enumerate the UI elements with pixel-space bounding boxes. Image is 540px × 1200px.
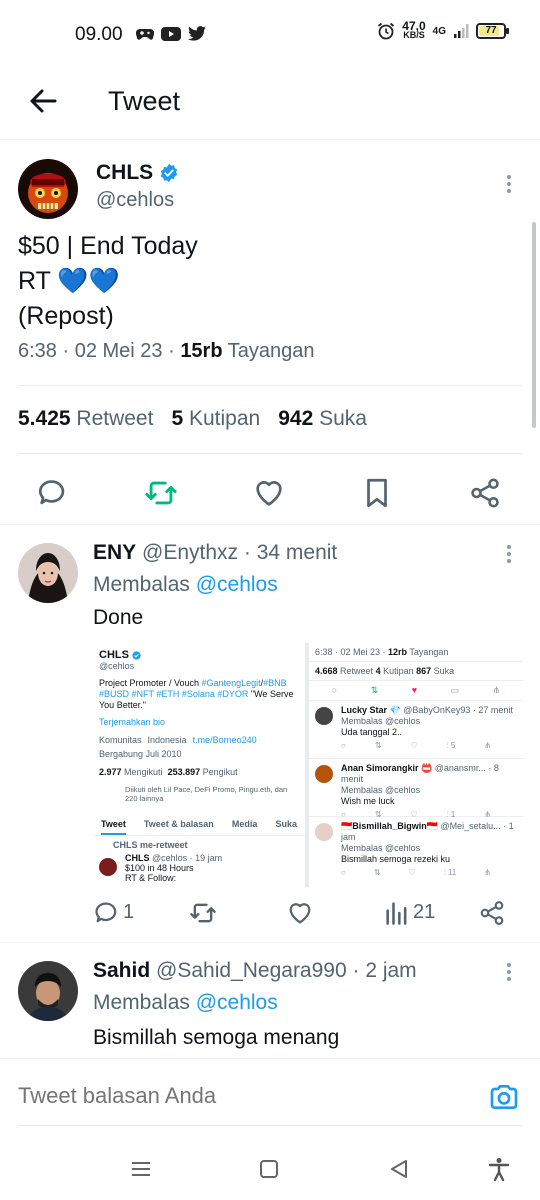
more-options-icon[interactable] <box>506 543 512 565</box>
user-photo-icon <box>18 961 78 1021</box>
tweet-actions <box>0 461 540 525</box>
recent-apps-icon[interactable] <box>128 1156 154 1182</box>
top-bar: Tweet <box>0 70 540 140</box>
camera-icon[interactable] <box>488 1081 520 1113</box>
inner-actions: ○ ⇅ ♥ ▭ ⋔ <box>309 681 523 701</box>
reply-icon[interactable] <box>93 899 121 927</box>
tweet-text: $50 | End Today RT 💙💙 (Repost) <box>18 232 198 330</box>
network-type: 4G <box>432 25 446 37</box>
youtube-icon <box>161 26 181 41</box>
inner-reply: Anan Simorangkir 📛 @anansmr... · 8 menit… <box>309 759 523 819</box>
inner-meta: 6:38 · 02 Mei 23 · 12rb Tayangan <box>309 643 523 662</box>
author-handle[interactable]: @Sahid_Negara990 <box>156 959 347 982</box>
reply-icon[interactable] <box>36 476 70 510</box>
divider <box>0 942 540 943</box>
reply-header: ENY @Enythxz · 34 menit <box>93 541 338 564</box>
back-arrow-icon[interactable] <box>26 84 60 118</box>
retweet-icon[interactable] <box>144 476 178 510</box>
author-handle[interactable]: @Enythxz <box>142 541 238 564</box>
reply-actions: 1 21 <box>93 899 513 929</box>
clock: 09.00 <box>75 24 123 45</box>
retweet-stat[interactable]: 5.425 Retweet <box>18 407 153 431</box>
inner-stats: 4.668 Retweet 4 Kutipan 867 Suka <box>309 662 523 681</box>
quote-stat[interactable]: 5 Kutipan <box>171 407 260 431</box>
skull-avatar-icon <box>18 159 78 219</box>
battery-icon: 77 <box>476 23 509 39</box>
reply-header: Sahid @Sahid_Negara990 · 2 jam <box>93 959 417 982</box>
page-title: Tweet <box>108 86 181 116</box>
avatar <box>99 858 117 876</box>
profile-tabs: Tweet Tweet & balasan Media Suka <box>93 815 305 836</box>
profile-joined: Bergabung Juli 2010 <box>99 749 182 759</box>
divider <box>18 453 522 454</box>
more-options-icon[interactable] <box>506 961 512 983</box>
inner-reply: 🇮🇩Bismillah_Bigwin🇮🇩 @Mei_setalu... · 1 … <box>309 817 523 877</box>
views-icon[interactable] <box>383 899 411 927</box>
author-name[interactable]: ENY <box>93 541 136 564</box>
attached-image[interactable]: CHLS @cehlos Project Promoter / Vouch #G… <box>93 643 523 887</box>
more-options-icon[interactable] <box>506 173 512 195</box>
scrollbar[interactable] <box>532 222 536 428</box>
profile-meta: Komunitas Indonesia t.me/Borneo240 <box>99 735 257 745</box>
inner-tweet: CHLS me-retweet CHLS @cehlos · 19 jam $1… <box>93 836 305 887</box>
system-nav-bar <box>0 1140 540 1200</box>
share-icon[interactable] <box>468 476 502 510</box>
bookmark-icon[interactable] <box>360 476 394 510</box>
author-name[interactable]: CHLS <box>96 161 179 185</box>
reply-count: 1 <box>123 901 135 923</box>
twitter-icon <box>188 26 206 41</box>
verified-badge-icon <box>160 163 178 183</box>
status-bar: 09.00 47,0 KB/S 4G 77 <box>0 0 540 70</box>
system-icons: 47,0 KB/S 4G 77 <box>377 19 509 40</box>
like-stat[interactable]: 942 Suka <box>278 407 367 431</box>
divider <box>0 524 540 525</box>
reply-text: Bismillah semoga menang <box>93 1026 340 1049</box>
signal-icon <box>454 24 469 38</box>
author-name[interactable]: Sahid <box>93 959 150 982</box>
inner-reply: Lucky Star 💎 @BabyOnKey93 · 27 menit Mem… <box>309 701 523 759</box>
notification-icons <box>136 26 206 41</box>
avatar[interactable] <box>18 961 78 1021</box>
tweet-timestamp: 6:38 · 02 Mei 23 · 15rb Tayangan <box>18 340 315 362</box>
share-icon[interactable] <box>478 899 506 927</box>
accessibility-icon[interactable] <box>486 1156 512 1182</box>
followed-by: Diikuti oleh Lil Pace, DeFi Promo, Pingu… <box>125 785 288 803</box>
replying-to: Membalas @cehlos <box>93 573 278 596</box>
profile-bio: Project Promoter / Vouch #GantengLegit/#… <box>99 678 294 710</box>
network-speed: 47,0 KB/S <box>402 19 426 40</box>
author-handle[interactable]: @cehlos <box>96 189 174 212</box>
avatar[interactable] <box>18 159 78 219</box>
profile-follow-stats: 2.977 Mengikuti 253.897 Pengikut <box>99 767 238 777</box>
like-icon[interactable] <box>252 476 286 510</box>
profile-name: CHLS <box>99 649 299 661</box>
like-icon[interactable] <box>286 899 314 927</box>
views-count: 21 <box>413 901 436 923</box>
verified-badge-icon <box>132 650 141 660</box>
tweet-stats: 5.425 Retweet 5 Kutipan 942 Suka <box>18 407 367 431</box>
reply-text: Done <box>93 606 144 629</box>
mention-link[interactable]: @cehlos <box>196 573 278 596</box>
back-icon[interactable] <box>386 1156 412 1182</box>
home-icon[interactable] <box>256 1156 282 1182</box>
translate-bio-link: Terjemahkan bio <box>99 717 166 727</box>
alarm-icon <box>378 22 395 40</box>
mention-link[interactable]: @cehlos <box>196 991 278 1014</box>
reply-input[interactable] <box>18 1083 448 1109</box>
reply-composer <box>0 1058 540 1134</box>
replying-to: Membalas @cehlos <box>93 991 278 1014</box>
replies-screenshot: 6:38 · 02 Mei 23 · 12rb Tayangan 4.668 R… <box>309 643 523 887</box>
user-photo-icon <box>18 543 78 603</box>
profile-screenshot: CHLS @cehlos Project Promoter / Vouch #G… <box>93 643 305 887</box>
game-controller-icon <box>136 28 154 40</box>
profile-handle: @cehlos <box>99 661 135 671</box>
divider <box>18 385 522 386</box>
retweet-icon[interactable] <box>189 899 217 927</box>
avatar[interactable] <box>18 543 78 603</box>
divider <box>18 1125 522 1126</box>
